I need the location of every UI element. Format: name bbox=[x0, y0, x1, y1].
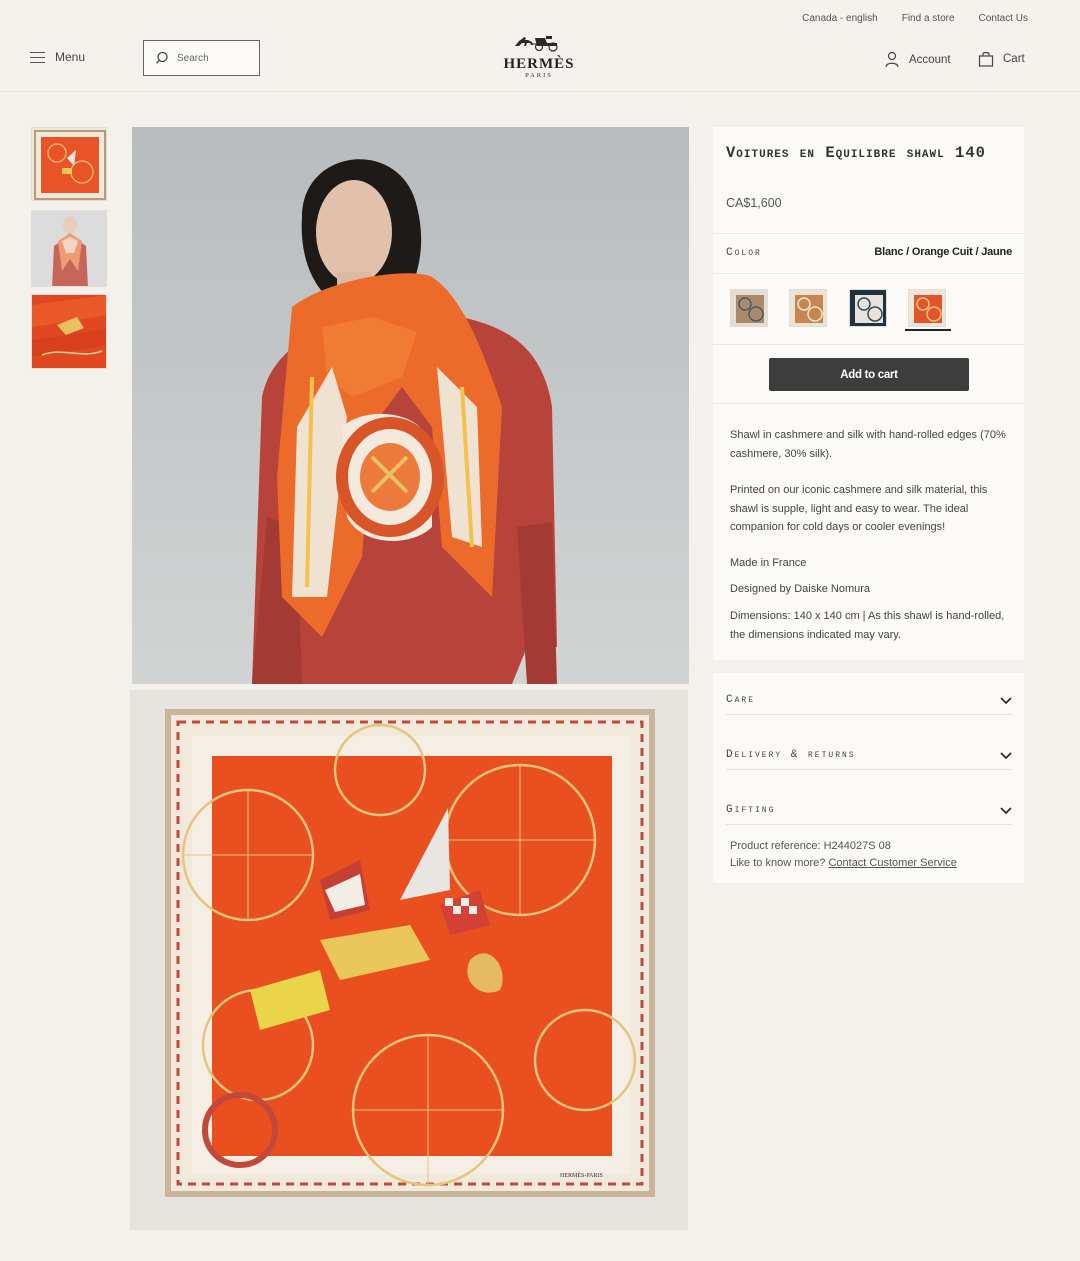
cart-bag-icon bbox=[978, 51, 994, 67]
cart-label: Cart bbox=[1003, 53, 1025, 65]
menu-label: Menu bbox=[55, 50, 86, 64]
model-photo bbox=[132, 127, 689, 684]
divider bbox=[713, 403, 1024, 404]
contact-customer-service-link[interactable]: Contact Customer Service bbox=[828, 857, 956, 869]
selected-swatch-indicator bbox=[905, 329, 951, 331]
thumbnail-scarf-flat[interactable] bbox=[31, 127, 107, 201]
color-swatch-1[interactable] bbox=[730, 289, 768, 327]
color-value: Blanc / Orange Cuit / Jaune bbox=[874, 246, 1012, 258]
site-header: Canada - english Find a store Contact Us… bbox=[0, 0, 1080, 92]
divider bbox=[713, 344, 1024, 345]
swatch-image bbox=[731, 290, 767, 326]
detail-thumbnail-image bbox=[32, 295, 106, 368]
info-accordion: Care Delivery & returns Gifting Product … bbox=[713, 673, 1024, 883]
accordion-care[interactable]: Care bbox=[726, 673, 1012, 715]
scarf-flat-photo: HERMÈS-PARIS bbox=[130, 690, 688, 1230]
account-button[interactable]: Account bbox=[884, 51, 951, 68]
product-reference: Product reference: H244027S 08 Like to k… bbox=[730, 838, 957, 872]
color-swatch-3[interactable] bbox=[849, 289, 887, 327]
search-icon bbox=[156, 51, 168, 64]
swatch-image bbox=[909, 290, 945, 326]
account-icon bbox=[885, 51, 899, 68]
thumbnail-model[interactable] bbox=[31, 210, 107, 287]
accordion-label: Gifting bbox=[726, 804, 776, 816]
brand-logo[interactable]: HERMÈS PARIS bbox=[498, 34, 580, 79]
product-info-panel: Voitures en Equilibre shawl 140 CA$1,600… bbox=[713, 127, 1024, 660]
divider bbox=[713, 233, 1024, 234]
scarf-thumbnail-image bbox=[32, 128, 106, 200]
description-dimensions: Dimensions: 140 x 140 cm | As this shawl… bbox=[730, 610, 1005, 641]
accordion-label: Delivery & returns bbox=[726, 749, 856, 761]
reference-value: H244027S 08 bbox=[823, 840, 891, 852]
color-swatch-2[interactable] bbox=[789, 289, 827, 327]
brand-city: PARIS bbox=[525, 72, 553, 79]
search-input[interactable]: Search bbox=[143, 40, 260, 76]
help-prefix: Like to know more? bbox=[730, 857, 826, 869]
reference-label: Product reference: bbox=[730, 840, 821, 852]
scarf-signature: HERMÈS-PARIS bbox=[560, 1171, 603, 1179]
description-details: Printed on our iconic cashmere and silk … bbox=[730, 484, 988, 533]
cart-button[interactable]: Cart bbox=[978, 51, 1025, 67]
accordion-gifting[interactable]: Gifting bbox=[726, 783, 1012, 825]
hamburger-icon bbox=[30, 51, 45, 63]
add-to-cart-button[interactable]: Add to cart bbox=[769, 358, 969, 391]
find-store-link[interactable]: Find a store bbox=[902, 13, 955, 24]
thumbnail-detail[interactable] bbox=[31, 294, 107, 369]
brand-name: HERMÈS bbox=[503, 56, 575, 72]
chevron-down-icon bbox=[1000, 807, 1012, 815]
description-designer: Designed by Daiske Nomura bbox=[730, 583, 871, 595]
menu-button[interactable]: Menu bbox=[30, 50, 85, 64]
product-image-model[interactable] bbox=[132, 127, 689, 684]
color-label: Color bbox=[726, 247, 762, 259]
contact-link[interactable]: Contact Us bbox=[979, 13, 1028, 24]
product-image-scarf[interactable]: HERMÈS-PARIS bbox=[130, 690, 688, 1230]
product-price: CA$1,600 bbox=[726, 196, 782, 210]
search-placeholder: Search bbox=[177, 52, 209, 64]
utility-nav: Canada - english Find a store Contact Us bbox=[802, 13, 1028, 24]
model-thumbnail-image bbox=[32, 211, 106, 286]
divider bbox=[713, 273, 1024, 274]
accordion-delivery-returns[interactable]: Delivery & returns bbox=[726, 728, 1012, 770]
locale-link[interactable]: Canada - english bbox=[802, 13, 878, 24]
description-origin: Made in France bbox=[730, 557, 807, 569]
chevron-down-icon bbox=[1000, 752, 1012, 760]
chevron-down-icon bbox=[1000, 697, 1012, 705]
carriage-logo-icon bbox=[515, 36, 558, 52]
description-composition: Shawl in cashmere and silk with hand-rol… bbox=[730, 429, 1006, 460]
color-swatch-4[interactable] bbox=[908, 289, 946, 327]
swatch-image bbox=[850, 290, 886, 326]
swatch-image bbox=[790, 290, 826, 326]
product-title: Voitures en Equilibre shawl 140 bbox=[726, 144, 986, 162]
account-label: Account bbox=[909, 53, 951, 66]
accordion-label: Care bbox=[726, 694, 756, 706]
